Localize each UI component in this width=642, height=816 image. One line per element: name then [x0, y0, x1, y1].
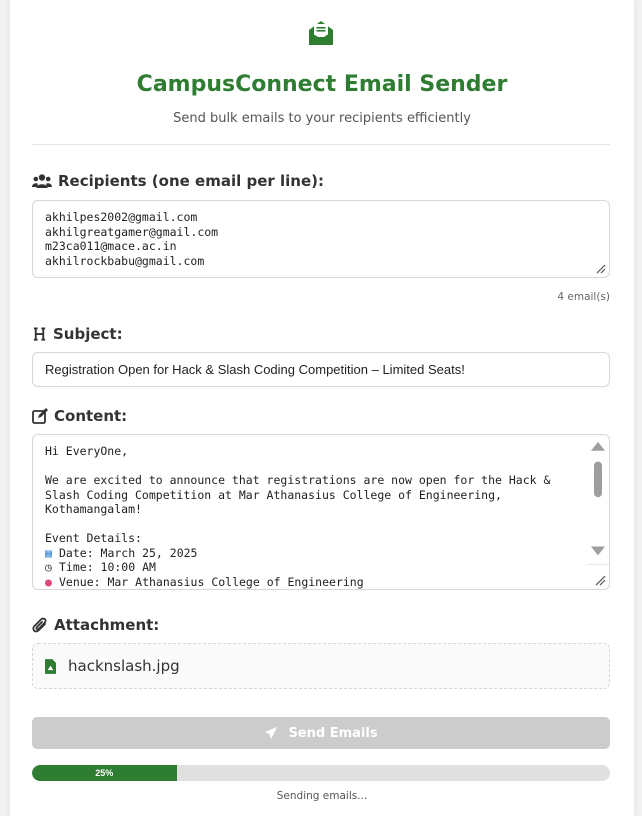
content-line	[45, 517, 597, 532]
paper-plane-icon	[265, 726, 278, 740]
content-scrollbar[interactable]	[587, 435, 609, 589]
progress-label: 25%	[95, 768, 114, 778]
content-line-text: Time: 10:00 AM	[59, 560, 156, 574]
resize-handle-icon[interactable]	[596, 264, 606, 274]
subject-label: Subject:	[32, 325, 123, 343]
calendar-icon: ▦	[45, 545, 52, 560]
subject-label-text: Subject:	[53, 325, 123, 343]
page-subtitle: Send bulk emails to your recipients effi…	[173, 111, 471, 126]
heading-icon	[33, 327, 46, 341]
content-line: We are excited to announce that registra…	[45, 473, 551, 487]
content-textarea[interactable]: Hi EveryOne, We are excited to announce …	[32, 434, 610, 590]
content-line-date: ▦ Date: March 25, 2025	[45, 546, 597, 561]
content-line: Slash Coding Competition at Mar Athanasi…	[45, 487, 502, 502]
status-text: Sending emails...	[276, 790, 368, 802]
attachment-dropzone[interactable]: hacknslash.jpg	[32, 643, 610, 689]
email-sender-card: CampusConnect Email Sender Send bulk ema…	[10, 0, 634, 816]
content-label-text: Content:	[54, 407, 128, 425]
content-label: Content:	[32, 407, 127, 425]
users-icon	[32, 174, 52, 188]
attachment-filename: hacknslash.jpg	[68, 657, 180, 675]
content-line: Event Details:	[45, 531, 142, 545]
envelope-open-icon	[309, 21, 333, 45]
file-image-icon	[45, 658, 56, 674]
send-emails-label: Send Emails	[288, 725, 378, 741]
header-divider	[32, 144, 610, 145]
content-line: Kothamangalam!	[45, 502, 142, 516]
recipients-label: Recipients (one email per line):	[32, 172, 324, 190]
recipient-email: akhilpes2002@gmail.com	[45, 210, 198, 224]
content-line-time: ◷ Time: 10:00 AM	[45, 560, 597, 575]
progress-bar: 25%	[32, 765, 610, 781]
email-count: 4 email(s)	[557, 291, 610, 303]
recipient-email: m23ca011@mace.ac.in	[45, 239, 177, 253]
attachment-label: Attachment:	[32, 616, 159, 634]
content-line: Hi EveryOne,	[45, 444, 129, 458]
progress-fill: 25%	[32, 765, 177, 781]
send-emails-button[interactable]: Send Emails	[32, 717, 610, 749]
content-line-text: Date: March 25, 2025	[59, 545, 198, 560]
page-title: CampusConnect Email Sender	[136, 72, 508, 97]
paperclip-icon	[32, 617, 47, 633]
content-line-text: Venue: Mar Athanasius College of Enginee…	[59, 574, 364, 589]
attachment-label-text: Attachment:	[54, 616, 160, 634]
subject-input[interactable]: Registration Open for Hack & Slash Codin…	[32, 352, 610, 387]
recipients-label-text: Recipients (one email per line):	[58, 172, 324, 190]
recipient-email: akhilgreatgamer@gmail.com	[45, 224, 219, 239]
clock-icon: ◷	[45, 560, 52, 574]
pin-icon: ●	[45, 574, 52, 589]
edit-icon	[32, 408, 48, 424]
content-line-venue: ● Venue: Mar Athanasius College of Engine…	[45, 575, 597, 590]
recipient-email: akhilrockbabu@gmail.com	[45, 253, 205, 268]
recipients-textarea[interactable]: akhilpes2002@gmail.com akhilgreatgamer@g…	[32, 200, 610, 278]
content-line	[45, 459, 597, 474]
